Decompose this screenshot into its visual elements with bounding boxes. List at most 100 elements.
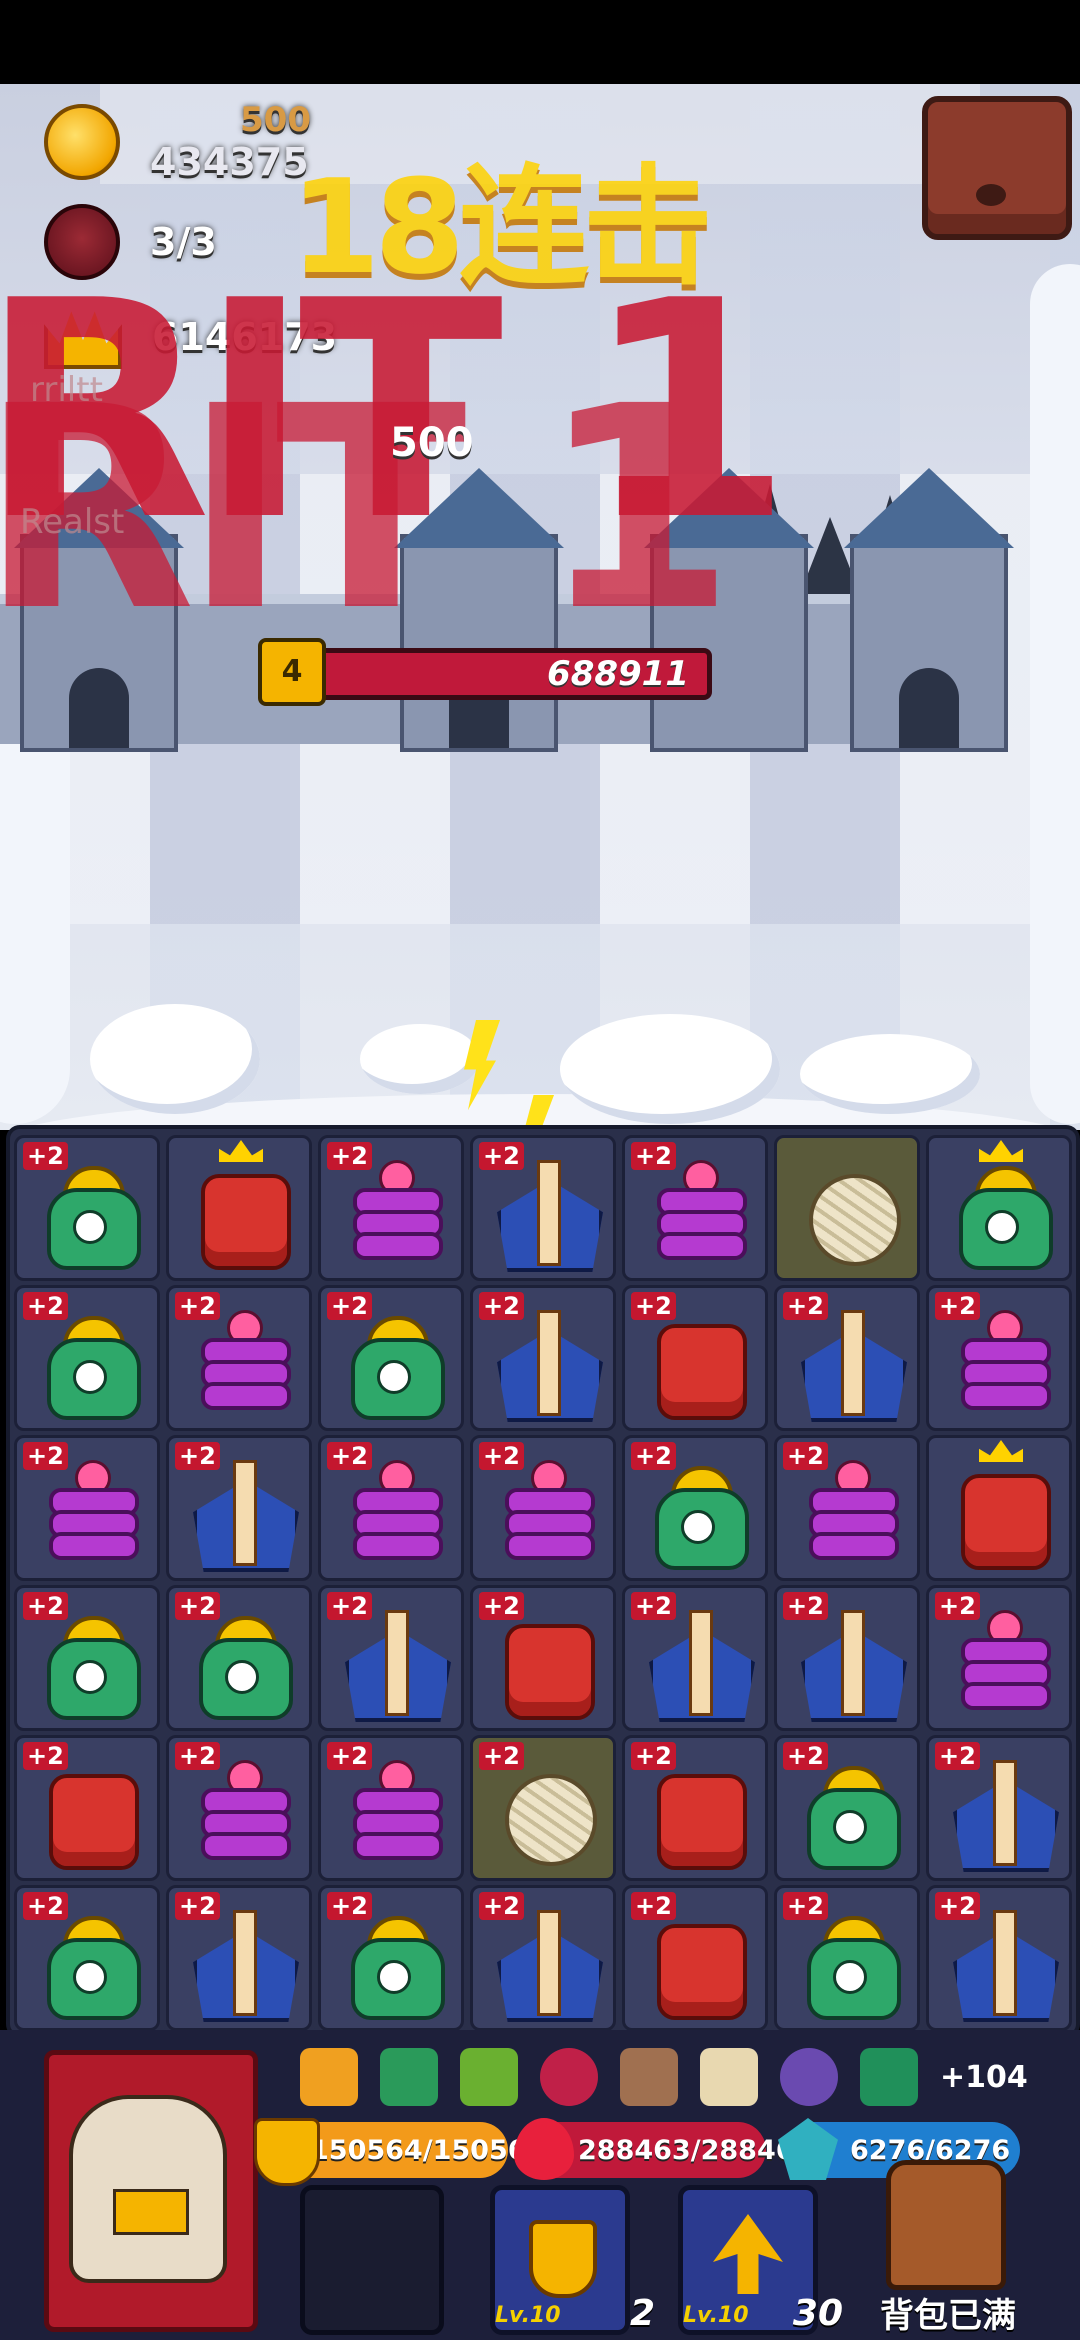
ring-stack-icon	[491, 1460, 601, 1570]
shield-bar: 150564/150564	[254, 2118, 545, 2186]
board-tile-blue[interactable]: +2	[774, 1285, 920, 1431]
ring-stack-icon	[947, 1610, 1057, 1720]
board-tile-green[interactable]: +2	[774, 1735, 920, 1881]
horn-icon[interactable]	[460, 2048, 518, 2106]
board-tile-green[interactable]: +2	[622, 1435, 768, 1581]
board-tile-red[interactable]: +2	[622, 1885, 768, 2031]
backpack-icon[interactable]	[886, 2160, 1006, 2290]
board-tile-green[interactable]: +2	[14, 1585, 160, 1731]
arrow-cloak-icon	[947, 1760, 1059, 1872]
board-tile-red[interactable]	[926, 1435, 1072, 1581]
shield-value: 150564/150564	[310, 2134, 546, 2166]
board-tile-green[interactable]: +2	[14, 1285, 160, 1431]
arrow-up-icon	[713, 2214, 783, 2294]
board-tile-blue[interactable]: +2	[622, 1585, 768, 1731]
board-tile-blue[interactable]: +2	[774, 1585, 920, 1731]
health-value: 288463/288463	[578, 2134, 814, 2166]
board-tile-yarn[interactable]: +2	[470, 1735, 616, 1881]
health-bar: 288463/288463	[514, 2118, 813, 2180]
alarm-pot-icon	[339, 1310, 449, 1420]
board-tile-blue[interactable]: +2	[926, 1735, 1072, 1881]
board-tile-red[interactable]: +2	[14, 1735, 160, 1881]
alarm-pot-icon	[187, 1610, 297, 1720]
board-tile-purple[interactable]: +2	[926, 1285, 1072, 1431]
board-tile-red[interactable]	[166, 1135, 312, 1281]
torch-icon[interactable]	[300, 2048, 358, 2106]
shield-plus-icon	[529, 2220, 597, 2298]
board-tile-purple[interactable]: +2	[14, 1435, 160, 1581]
skull-icon[interactable]	[540, 2048, 598, 2106]
board-tile-purple[interactable]: +2	[166, 1735, 312, 1881]
skill-arrow-button[interactable]: Lv.10 30	[678, 2185, 843, 2335]
board-tile-purple[interactable]: +2	[622, 1135, 768, 1281]
skill-heal-button[interactable]: Lv.10 2	[490, 2185, 655, 2335]
board-tile-blue[interactable]: +2	[166, 1885, 312, 2031]
board-tile-purple[interactable]: +2	[470, 1435, 616, 1581]
ring-stack-icon	[339, 1460, 449, 1570]
alarm-pot-icon	[947, 1160, 1057, 1270]
board-tile-green[interactable]: +2	[774, 1885, 920, 2031]
board-tile-red[interactable]: +2	[622, 1735, 768, 1881]
match-board: +2 +2 +2 +2 +2 +2 +2 +2 +2 +2 +2 +2 +2 +2 +2 +2 +2 +2 +2 +2…	[6, 1125, 1080, 2038]
hero-portrait[interactable]	[44, 2050, 258, 2332]
board-tile-blue[interactable]: +2	[470, 1885, 616, 2031]
board-tile-green[interactable]: +2	[166, 1585, 312, 1731]
board-tile-green[interactable]	[926, 1135, 1072, 1281]
alarm-pot-icon	[35, 1910, 145, 2020]
board-tile-green[interactable]: +2	[318, 1885, 464, 2031]
arrow-cloak-icon	[643, 1610, 755, 1722]
board-tile-purple[interactable]: +2	[318, 1435, 464, 1581]
arrow-cloak-icon	[795, 1310, 907, 1422]
equipment-more-count[interactable]: +104	[940, 2060, 1028, 2095]
board-tile-purple[interactable]: +2	[318, 1135, 464, 1281]
board-tile-green[interactable]: +2	[14, 1885, 160, 2031]
backpack-label[interactable]: 背包已满	[880, 2288, 1016, 2337]
board-tile-purple[interactable]: +2	[774, 1435, 920, 1581]
board-tile-purple[interactable]: +2	[926, 1585, 1072, 1731]
arrow-cloak-icon	[491, 1310, 603, 1422]
skill-count: 30	[792, 2293, 843, 2334]
boss-level-badge: 4	[258, 638, 326, 706]
equipment-row: +104	[300, 2048, 1028, 2106]
scroll-box-icon[interactable]	[380, 2048, 438, 2106]
floating-score: 500	[390, 420, 474, 466]
red-barrel-icon	[643, 1760, 753, 1870]
alarm-pot-icon	[35, 1310, 145, 1420]
glitch-small-text-2: Realst	[20, 502, 125, 542]
tent-icon[interactable]	[860, 2048, 918, 2106]
crown-icon	[979, 1440, 1023, 1462]
alarm-pot-icon	[35, 1610, 145, 1720]
crown-icon	[219, 1140, 263, 1162]
board-tile-red[interactable]: +2	[622, 1285, 768, 1431]
map-icon[interactable]	[700, 2048, 758, 2106]
board-tile-blue[interactable]: +2	[166, 1435, 312, 1581]
board-tile-blue[interactable]: +2	[318, 1585, 464, 1731]
board-tile-green[interactable]: +2	[14, 1135, 160, 1281]
crown-icon	[979, 1140, 1023, 1162]
helmet-icon[interactable]	[780, 2048, 838, 2106]
alarm-pot-icon	[339, 1910, 449, 2020]
arrow-cloak-icon	[491, 1160, 603, 1272]
axe-icon[interactable]	[620, 2048, 678, 2106]
red-barrel-icon	[643, 1310, 753, 1420]
board-tile-blue[interactable]: +2	[926, 1885, 1072, 2031]
board-tile-red[interactable]: +2	[470, 1585, 616, 1731]
yarn-ball-icon	[795, 1160, 905, 1270]
board-tile-blue[interactable]: +2	[470, 1285, 616, 1431]
red-barrel-icon	[35, 1760, 145, 1870]
board-tile-purple[interactable]: +2	[318, 1735, 464, 1881]
empty-skill-slot[interactable]	[300, 2185, 444, 2335]
treasure-chest-button[interactable]	[922, 96, 1072, 240]
ring-stack-icon	[643, 1160, 753, 1270]
ring-stack-icon	[339, 1160, 449, 1270]
alarm-pot-icon	[643, 1460, 753, 1570]
red-barrel-icon	[187, 1160, 297, 1270]
board-tile-green[interactable]: +2	[318, 1285, 464, 1431]
ring-stack-icon	[795, 1460, 905, 1570]
board-tile-blue[interactable]: +2	[470, 1135, 616, 1281]
arrow-cloak-icon	[187, 1460, 299, 1572]
board-tile-purple[interactable]: +2	[166, 1285, 312, 1431]
ring-stack-icon	[187, 1760, 297, 1870]
boss-hp-value: 688911	[547, 654, 689, 694]
board-tile-yarn[interactable]	[774, 1135, 920, 1281]
